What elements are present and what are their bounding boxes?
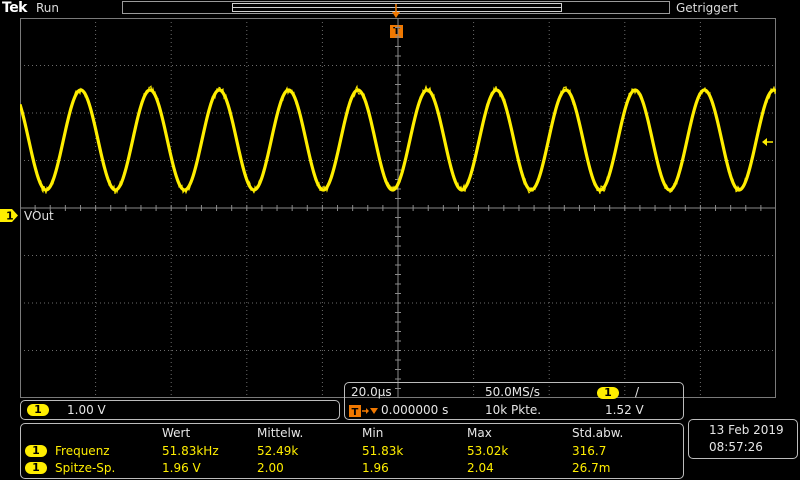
meas-max: 2.04 <box>467 461 494 475</box>
horizontal-scale: 20.0µs <box>351 385 392 399</box>
record-length: 10k Pkte. <box>485 403 542 417</box>
table-row[interactable]: 1 Frequenz 51.83kHz 52.49k 51.83k 53.02k… <box>21 443 683 459</box>
trigger-position-readout: 0.000000 s <box>381 403 449 417</box>
meas-header-mean: Mittelw. <box>257 426 304 440</box>
meas-stddev: 26.7m <box>572 461 611 475</box>
ch1-vertical-scale: 1.00 V <box>67 403 106 417</box>
svg-text:T: T <box>352 407 359 418</box>
meas-header-min: Min <box>362 426 384 440</box>
acquisition-state[interactable]: Run <box>36 1 59 15</box>
waveform-graticule[interactable] <box>20 18 776 398</box>
meas-mean: 2.00 <box>257 461 284 475</box>
meas-header-max: Max <box>467 426 492 440</box>
datetime-panel[interactable]: 13 Feb 2019 08:57:26 <box>688 419 798 459</box>
measurements-panel[interactable]: Wert Mittelw. Min Max Std.abw. 1 Frequen… <box>20 423 684 479</box>
meas-name: Spitze-Sp. <box>55 461 116 475</box>
trigger-slope: / <box>635 385 640 399</box>
ch1-trace-label: VOut <box>24 209 54 223</box>
date-display: 13 Feb 2019 <box>709 423 784 437</box>
ch1-badge: 1 <box>27 404 49 416</box>
ch1-marker-number: 1 <box>6 210 14 223</box>
sample-rate: 50.0MS/s <box>485 385 540 399</box>
meas-channel-badge: 1 <box>25 445 47 457</box>
meas-min: 51.83k <box>362 444 404 458</box>
meas-min: 1.96 <box>362 461 389 475</box>
meas-mean: 52.49k <box>257 444 299 458</box>
trigger-level-icon[interactable] <box>760 136 774 148</box>
trigger-level: 1.52 V <box>605 403 644 417</box>
meas-header-stddev: Std.abw. <box>572 426 624 440</box>
meas-stddev: 316.7 <box>572 444 607 458</box>
channel-scale-panel[interactable]: 1 1.00 V <box>20 400 340 420</box>
meas-name: Frequenz <box>55 444 110 458</box>
trigger-source-badge: 1 <box>597 387 619 399</box>
time-display: 08:57:26 <box>709 440 763 454</box>
meas-header-value: Wert <box>162 426 191 440</box>
trigger-position-readout-icon: T <box>349 405 378 418</box>
brand-logo: Tek <box>2 0 28 16</box>
graticule-center-axes <box>20 18 776 398</box>
meas-value: 51.83kHz <box>162 444 219 458</box>
trigger-status: Getriggert <box>676 1 738 15</box>
ch1-ground-marker-icon[interactable]: 1 <box>0 208 19 223</box>
meas-value: 1.96 V <box>162 461 201 475</box>
horizontal-trigger-panel[interactable]: 20.0µs 50.0MS/s 1 / T 0.000000 s 10k Pkt… <box>344 382 684 420</box>
meas-max: 53.02k <box>467 444 509 458</box>
meas-channel-badge: 1 <box>25 462 47 474</box>
table-row[interactable]: 1 Spitze-Sp. 1.96 V 2.00 1.96 2.04 26.7m <box>21 460 683 476</box>
